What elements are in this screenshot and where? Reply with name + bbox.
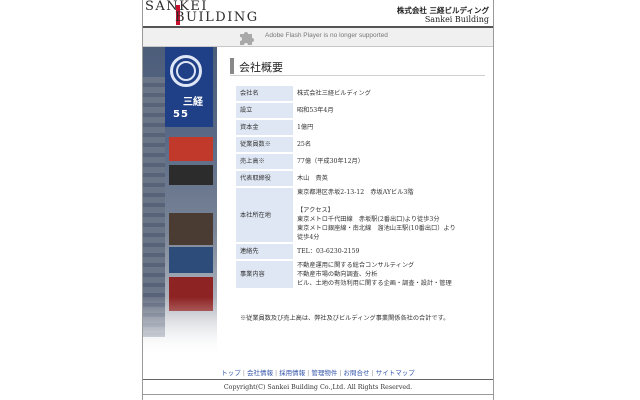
info-label: 連絡先 [236,244,293,259]
footer-link-company[interactable]: 会社情報 [247,369,273,377]
corporate-name: 株式会社 三経ビルディング Sankei Building [397,6,489,25]
footer-link-properties[interactable]: 管理物件 [311,369,337,377]
flash-notice-text: Adobe Flash Player is no longer supporte… [265,32,388,39]
info-row: 資本金 1億円 [236,120,472,135]
info-value-line: 株式会社三経ビルディング [297,90,371,97]
page-title: 会社概要 [239,61,283,74]
info-value-line: 徒歩4分 [297,234,320,241]
info-value: 昭和53年4月 [293,103,472,118]
photo-fade [143,297,217,357]
shop-sign [169,247,213,273]
info-label: 従業員数※ [236,137,293,152]
shop-sign [169,165,213,185]
info-value-line: 昭和53年4月 [297,107,334,114]
footnote: ※従業員数及び売上高は、弊社及びビルディング事業関係各社の合計です。 [240,315,450,322]
info-row: 設立 昭和53年4月 [236,103,472,118]
info-value: TEL：03-6230-2159 [293,244,472,259]
info-row: 代表取締役 木山 貴英 [236,171,472,186]
info-value-line [297,197,468,206]
building-sign-number: 55 [173,109,189,120]
info-label: 会社名 [236,86,293,101]
info-row: 本社所在地 東京都港区赤坂2-13-12 赤坂AYビル3階 【アクセス】東京メトロ千… [236,188,472,242]
footer-link-recruit[interactable]: 採用情報 [279,369,305,377]
info-value: 1億円 [293,120,472,135]
info-value: 木山 貴英 [293,171,472,186]
footer-nav: トップ | 会社情報 | 採用情報 | 管理物件 | お問合せ | サイトマップ [143,367,493,377]
corp-name-jp: 株式会社 三経ビルディング [396,6,489,15]
footer-separator: | [339,369,342,377]
copyright-text: Copyright(C) Sankei Building Co.,Ltd. Al… [223,384,413,391]
footer-link-sitemap[interactable]: サイトマップ [376,369,415,377]
info-value-line: TEL：03-6230-2159 [297,248,360,255]
info-label: 事業内容 [236,261,293,288]
info-label: 本社所在地 [236,188,293,242]
info-value-line: 1億円 [297,124,314,131]
footer-separator: | [242,369,245,377]
footer-separator: | [371,369,374,377]
footer-separator: | [307,369,310,377]
info-value-line: 25名 [297,141,312,148]
title-accent-bar [230,58,234,74]
footer-bottom-line [143,394,493,395]
footer-link-top[interactable]: トップ [221,369,241,377]
info-value-line: 【アクセス】 [297,207,334,214]
footer-divider [143,379,493,380]
info-value: 25名 [293,137,472,152]
footer-separator: | [274,369,278,377]
page-title-block: 会社概要 [230,56,485,76]
info-value: 株式会社三経ビルディング [293,86,472,101]
info-row: 連絡先 TEL：03-6230-2159 [236,244,472,259]
info-value-line: 不動産運用に関する総合コンサルティング [297,262,415,269]
info-value-line: ビル、土地の有効利用に関する企画・調査・設計・管理 [297,280,452,287]
info-value-line: 東京メトロ千代田線 赤坂駅(2番出口)より徒歩3分 [297,216,440,223]
info-value: 東京都港区赤坂2-13-12 赤坂AYビル3階 【アクセス】東京メトロ千代田線 赤… [293,188,472,242]
building-logo-inner-ring [176,61,196,81]
puzzle-piece-icon [237,28,257,46]
company-info-table: 会社名 株式会社三経ビルディング 設立 昭和53年4月 資本金 1億円 従業員数※ 25名 売上… [236,84,472,290]
info-row: 従業員数※ 25名 [236,137,472,152]
main-content: 会社概要 [230,56,485,76]
info-row: 事業内容 不動産運用に関する総合コンサルティング 不動産市場の動向調査、分析ビル、土… [236,261,472,288]
flash-unsupported-banner: Adobe Flash Player is no longer supporte… [143,28,493,47]
page-frame-right [493,0,494,400]
info-row: 会社名 株式会社三経ビルディング [236,86,472,101]
info-label: 売上高※ [236,154,293,169]
info-value-line: 東京都港区赤坂2-13-12 赤坂AYビル3階 [297,189,414,196]
info-label: 代表取締役 [236,171,293,186]
info-value-line: 77億（平成30年12月） [297,158,364,165]
info-label: 資本金 [236,120,293,135]
info-label: 設立 [236,103,293,118]
info-row: 売上高※ 77億（平成30年12月） [236,154,472,169]
site-logo[interactable]: SANKEI BUILDING [145,0,257,25]
info-value-line: 木山 貴英 [297,175,328,182]
info-value: 不動産運用に関する総合コンサルティング 不動産市場の動向調査、分析ビル、土地の有効… [293,261,472,288]
footer-link-contact[interactable]: お問合せ [344,369,370,377]
logo-line2: BUILDING [175,10,259,25]
info-value-line: 不動産市場の動向調査、分析 [297,271,378,278]
shop-sign [169,137,213,161]
building-sign-kanji: 三経 [183,97,203,108]
shop-sign [169,213,213,245]
info-value-line: 東京メトロ銀座線・南北線 溜池山王駅(10番出口）より [297,225,456,232]
site-header: SANKEI BUILDING 株式会社 三経ビルディング Sankei Bui… [143,0,493,27]
info-value: 77億（平成30年12月） [293,154,472,169]
corp-name-en: Sankei Building [424,15,489,24]
building-photo: 三経 55 [143,47,217,357]
